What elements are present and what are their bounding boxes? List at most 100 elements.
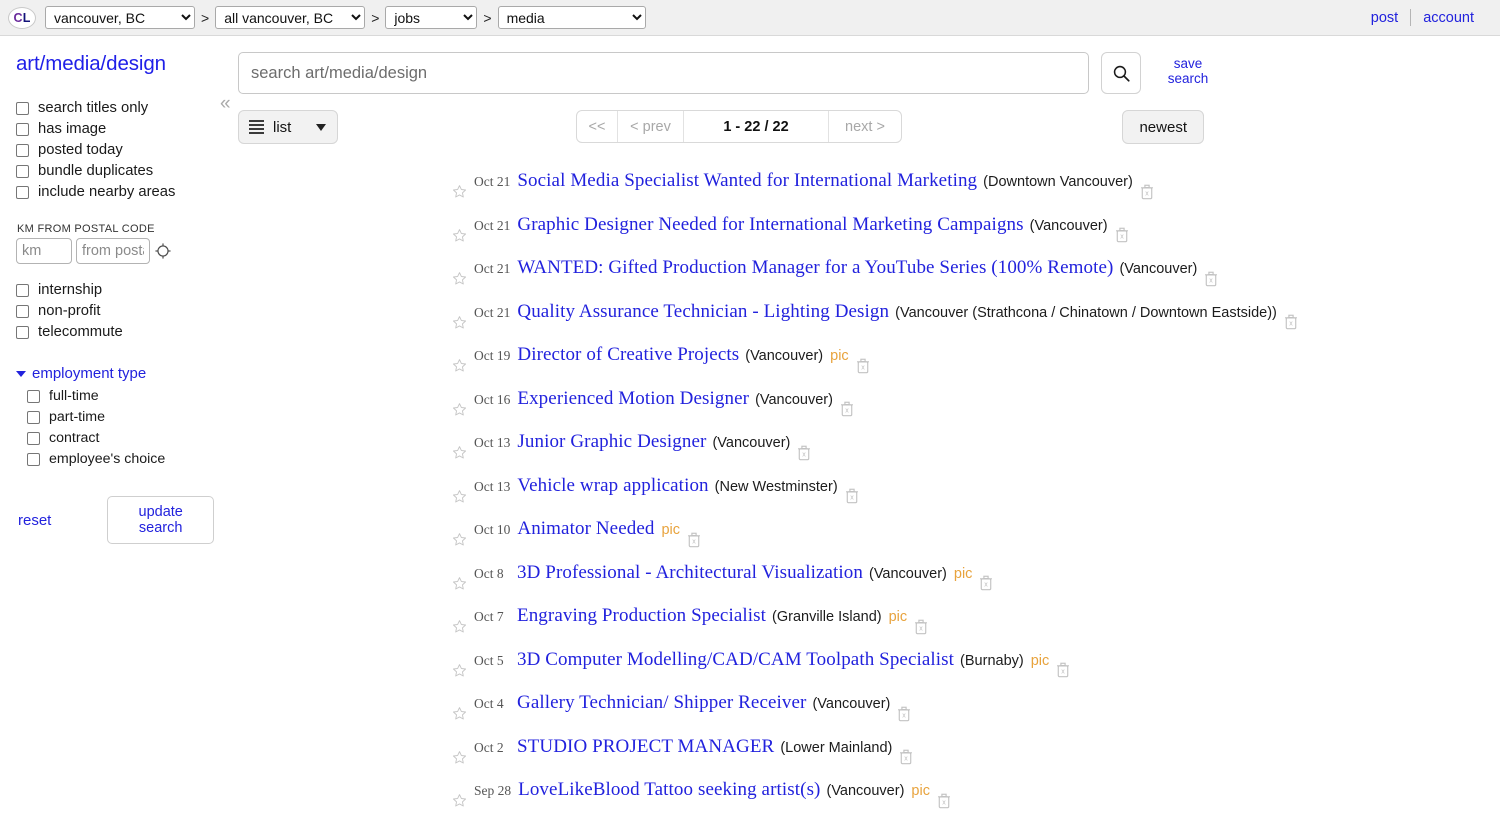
filter-bundle-duplicates[interactable]: bundle duplicates <box>14 161 214 181</box>
pagination-next-button[interactable]: next > <box>829 111 901 142</box>
trash-icon[interactable]: x <box>897 706 911 722</box>
checkbox-search-titles-only[interactable] <box>16 101 29 115</box>
star-icon[interactable] <box>452 489 467 504</box>
listing-title-link[interactable]: Director of Creative Projects <box>517 344 739 366</box>
checkbox-include-nearby-areas[interactable] <box>16 185 29 199</box>
star-icon[interactable] <box>452 750 467 765</box>
listing-title-link[interactable]: Junior Graphic Designer <box>517 431 706 453</box>
star-icon[interactable] <box>452 619 467 634</box>
distance-km-input[interactable] <box>16 238 72 264</box>
star-icon[interactable] <box>452 402 467 417</box>
save-search-link[interactable]: save search <box>1161 52 1215 86</box>
star-icon[interactable] <box>452 228 467 243</box>
listing-title-link[interactable]: Vehicle wrap application <box>517 475 708 497</box>
trash-icon[interactable]: x <box>856 358 870 374</box>
post-link[interactable]: post <box>1359 10 1410 26</box>
star-icon[interactable] <box>452 358 467 373</box>
star-icon[interactable] <box>452 663 467 678</box>
listing-row[interactable]: Oct 21 Quality Assurance Technician - Lig… <box>452 301 1500 345</box>
pagination-prev-button[interactable]: < prev <box>618 111 684 142</box>
trash-icon[interactable]: x <box>845 488 859 504</box>
trash-icon[interactable]: x <box>937 793 951 809</box>
checkbox-has-image[interactable] <box>16 122 29 136</box>
listing-row[interactable]: Oct 21 Social Media Specialist Wanted for… <box>452 170 1500 214</box>
star-icon[interactable] <box>452 532 467 547</box>
star-icon[interactable] <box>452 271 467 286</box>
update-search-button[interactable]: update search <box>107 496 214 544</box>
breadcrumb-region-select[interactable]: vancouver, BC <box>45 6 195 29</box>
checkbox-employees-choice[interactable] <box>27 452 40 466</box>
trash-icon[interactable]: x <box>914 619 928 635</box>
trash-icon[interactable]: x <box>687 532 701 548</box>
trash-icon[interactable]: x <box>840 401 854 417</box>
breadcrumb-category-select[interactable]: media <box>497 6 646 29</box>
employment-type-disclosure[interactable]: employment type <box>16 365 214 382</box>
trash-icon[interactable]: x <box>979 575 993 591</box>
checkbox-posted-today[interactable] <box>16 143 29 157</box>
listing-title-link[interactable]: LoveLikeBlood Tattoo seeking artist(s) <box>518 779 820 801</box>
filter-full-time[interactable]: full-time <box>25 386 214 406</box>
listing-title-link[interactable]: Graphic Designer Needed for Internationa… <box>517 214 1023 236</box>
listing-title-link[interactable]: Animator Needed <box>517 518 654 540</box>
listing-row[interactable]: Oct 2 STUDIO PROJECT MANAGER (Lower Mainla… <box>452 736 1500 780</box>
listing-row[interactable]: Oct 13 Junior Graphic Designer (Vancouver)… <box>452 431 1500 475</box>
listing-title-link[interactable]: STUDIO PROJECT MANAGER <box>517 736 774 758</box>
filter-has-image[interactable]: has image <box>14 119 214 139</box>
trash-icon[interactable]: x <box>1284 314 1298 330</box>
listing-row[interactable]: Oct 10 Animator Needed pic x <box>452 518 1500 562</box>
listing-row[interactable]: Oct 8 3D Professional - Architectural Vis… <box>452 562 1500 606</box>
listing-row[interactable]: Oct 16 Experienced Motion Designer (Vancou… <box>452 388 1500 432</box>
listing-title-link[interactable]: Social Media Specialist Wanted for Inter… <box>517 170 977 192</box>
checkbox-part-time[interactable] <box>27 410 40 424</box>
listing-title-link[interactable]: WANTED: Gifted Production Manager for a … <box>517 257 1113 279</box>
star-icon[interactable] <box>452 793 467 808</box>
filter-part-time[interactable]: part-time <box>25 407 214 427</box>
trash-icon[interactable]: x <box>1140 184 1154 200</box>
checkbox-bundle-duplicates[interactable] <box>16 164 29 178</box>
filter-employees-choice[interactable]: employee's choice <box>25 449 214 469</box>
filter-search-titles-only[interactable]: search titles only <box>14 98 214 118</box>
postal-code-input[interactable] <box>76 238 150 264</box>
listing-row[interactable]: Oct 7 Engraving Production Specialist (Gra… <box>452 605 1500 649</box>
star-icon[interactable] <box>452 184 467 199</box>
reset-filters-link[interactable]: reset <box>18 512 51 529</box>
filter-include-nearby-areas[interactable]: include nearby areas <box>14 182 214 202</box>
listing-title-link[interactable]: Engraving Production Specialist <box>517 605 766 627</box>
listing-title-link[interactable]: 3D Professional - Architectural Visualiz… <box>517 562 863 584</box>
trash-icon[interactable]: x <box>797 445 811 461</box>
listing-row[interactable]: Oct 13 Vehicle wrap application (New Westm… <box>452 475 1500 519</box>
filter-internship[interactable]: internship <box>14 280 214 300</box>
checkbox-full-time[interactable] <box>27 389 40 403</box>
listing-row[interactable]: Oct 19 Director of Creative Projects (Vanc… <box>452 344 1500 388</box>
listing-row[interactable]: Sep 28 LoveLikeBlood Tattoo seeking artis… <box>452 779 1500 823</box>
listing-row[interactable]: Oct 21 Graphic Designer Needed for Intern… <box>452 214 1500 258</box>
search-button[interactable] <box>1101 52 1141 94</box>
listing-row[interactable]: Oct 21 WANTED: Gifted Production Manager … <box>452 257 1500 301</box>
star-icon[interactable] <box>452 445 467 460</box>
listing-title-link[interactable]: Experienced Motion Designer <box>517 388 749 410</box>
search-input[interactable] <box>238 52 1089 94</box>
listing-title-link[interactable]: Quality Assurance Technician - Lighting … <box>517 301 889 323</box>
filter-non-profit[interactable]: non-profit <box>14 301 214 321</box>
checkbox-telecommute[interactable] <box>16 325 29 339</box>
listing-row[interactable]: Oct 4 Gallery Technician/ Shipper Receive… <box>452 692 1500 736</box>
craigslist-logo[interactable]: CL <box>8 6 36 29</box>
checkbox-non-profit[interactable] <box>16 304 29 318</box>
view-mode-selector[interactable]: list <box>238 110 338 144</box>
crosshair-icon[interactable] <box>154 242 172 260</box>
star-icon[interactable] <box>452 706 467 721</box>
trash-icon[interactable]: x <box>1056 662 1070 678</box>
account-link[interactable]: account <box>1411 10 1486 26</box>
listing-title-link[interactable]: 3D Computer Modelling/CAD/CAM Toolpath S… <box>517 649 954 671</box>
breadcrumb-subarea-select[interactable]: all vancouver, BC <box>215 6 366 29</box>
trash-icon[interactable]: x <box>1115 227 1129 243</box>
trash-icon[interactable]: x <box>1204 271 1218 287</box>
listing-row[interactable]: Oct 5 3D Computer Modelling/CAD/CAM Toolp… <box>452 649 1500 693</box>
star-icon[interactable] <box>452 576 467 591</box>
filter-telecommute[interactable]: telecommute <box>14 322 214 342</box>
checkbox-contract[interactable] <box>27 431 40 445</box>
listing-title-link[interactable]: Gallery Technician/ Shipper Receiver <box>517 692 806 714</box>
checkbox-internship[interactable] <box>16 283 29 297</box>
trash-icon[interactable]: x <box>899 749 913 765</box>
breadcrumb-category-group-select[interactable]: jobs <box>385 6 478 29</box>
